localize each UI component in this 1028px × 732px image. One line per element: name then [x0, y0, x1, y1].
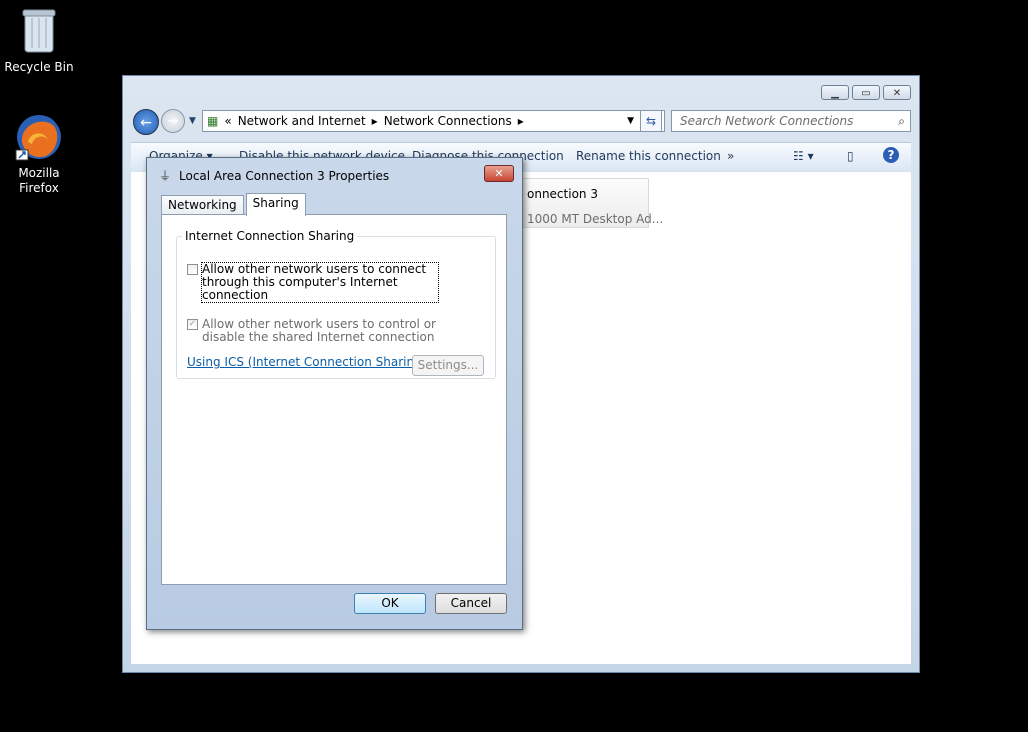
breadcrumb-separator-icon[interactable]: ▸: [518, 114, 524, 128]
recent-pages-dropdown[interactable]: ▼: [189, 116, 196, 126]
firefox-label: Mozilla Firefox: [18, 166, 60, 195]
tab-networking[interactable]: Networking: [161, 195, 244, 216]
address-overflow[interactable]: «: [224, 114, 231, 128]
search-placeholder: Search Network Connections: [680, 114, 854, 128]
change-view-icon[interactable]: ☷ ▾: [793, 149, 814, 163]
allow-control-checkbox: ✓: [187, 319, 198, 330]
recycle-bin-label: Recycle Bin: [4, 60, 74, 74]
recycle-bin-desktop-icon[interactable]: Recycle Bin: [1, 6, 77, 75]
preview-pane-icon[interactable]: ▯: [847, 149, 854, 163]
connection-properties-dialog: ⏚ Local Area Connection 3 Properties ✕ N…: [146, 157, 523, 630]
network-folder-icon: ▦: [207, 114, 219, 128]
back-arrow-icon: ←: [140, 115, 152, 131]
navigation-bar: ← → ▼ ▦ « Network and Internet ▸ Network…: [131, 107, 911, 137]
sharing-panel: Internet Connection Sharing Allow other …: [161, 214, 507, 585]
connection-device: 1000 MT Desktop Ad...: [527, 212, 664, 226]
maximize-button[interactable]: ▭: [852, 85, 880, 100]
address-bar[interactable]: ▦ « Network and Internet ▸ Network Conne…: [202, 110, 665, 132]
dialog-tabs: Networking Sharing: [161, 193, 308, 216]
search-input[interactable]: Search Network Connections ⌕: [671, 110, 911, 132]
refresh-icon: ⇆: [645, 114, 657, 128]
firefox-desktop-icon[interactable]: Mozilla Firefox: [1, 112, 77, 196]
cancel-button[interactable]: Cancel: [435, 593, 507, 614]
rename-button[interactable]: Rename this connection: [576, 149, 721, 163]
back-button[interactable]: ←: [133, 109, 159, 135]
close-window-button[interactable]: ✕: [883, 85, 911, 100]
more-commands-button[interactable]: »: [727, 149, 734, 163]
breadcrumb-network-and-internet[interactable]: Network and Internet: [238, 114, 366, 128]
window-controls: ▁ ▭ ✕: [821, 85, 911, 100]
refresh-button[interactable]: ⇆: [640, 110, 662, 132]
ics-group-label: Internet Connection Sharing: [185, 229, 355, 243]
breadcrumb-network-connections[interactable]: Network Connections: [384, 114, 512, 128]
ics-group: Internet Connection Sharing Allow other …: [176, 229, 496, 379]
allow-connect-option[interactable]: Allow other network users to connect thr…: [187, 262, 439, 303]
allow-connect-label[interactable]: Allow other network users to connect thr…: [201, 262, 439, 303]
forward-button[interactable]: →: [161, 109, 185, 133]
dialog-title-bar: ⏚ Local Area Connection 3 Properties: [159, 167, 389, 184]
recycle-bin-icon: [22, 9, 56, 53]
allow-connect-checkbox[interactable]: [187, 264, 198, 275]
tab-sharing[interactable]: Sharing: [245, 193, 306, 216]
allow-control-option: ✓ Allow other network users to control o…: [187, 318, 442, 344]
help-icon[interactable]: ?: [883, 147, 899, 163]
minimize-button[interactable]: ▁: [821, 85, 849, 100]
breadcrumb-separator-icon[interactable]: ▸: [372, 114, 378, 128]
network-plug-icon: ⏚: [159, 169, 172, 183]
forward-arrow-icon: →: [167, 114, 179, 129]
connection-name: onnection 3: [527, 187, 598, 201]
search-icon[interactable]: ⌕: [898, 111, 905, 131]
settings-button: Settings...: [412, 355, 484, 376]
ok-button[interactable]: OK: [354, 593, 426, 614]
firefox-icon: [15, 115, 61, 161]
connection-tile[interactable]: onnection 3 1000 MT Desktop Ad...: [501, 178, 663, 228]
dialog-close-button[interactable]: ✕: [484, 165, 514, 182]
allow-control-label: Allow other network users to control or …: [202, 317, 436, 344]
address-dropdown-icon[interactable]: ▼: [627, 116, 634, 126]
ics-help-link[interactable]: Using ICS (Internet Connection Sharing): [187, 355, 426, 369]
dialog-title: Local Area Connection 3 Properties: [179, 168, 390, 183]
close-icon: ✕: [494, 167, 504, 180]
